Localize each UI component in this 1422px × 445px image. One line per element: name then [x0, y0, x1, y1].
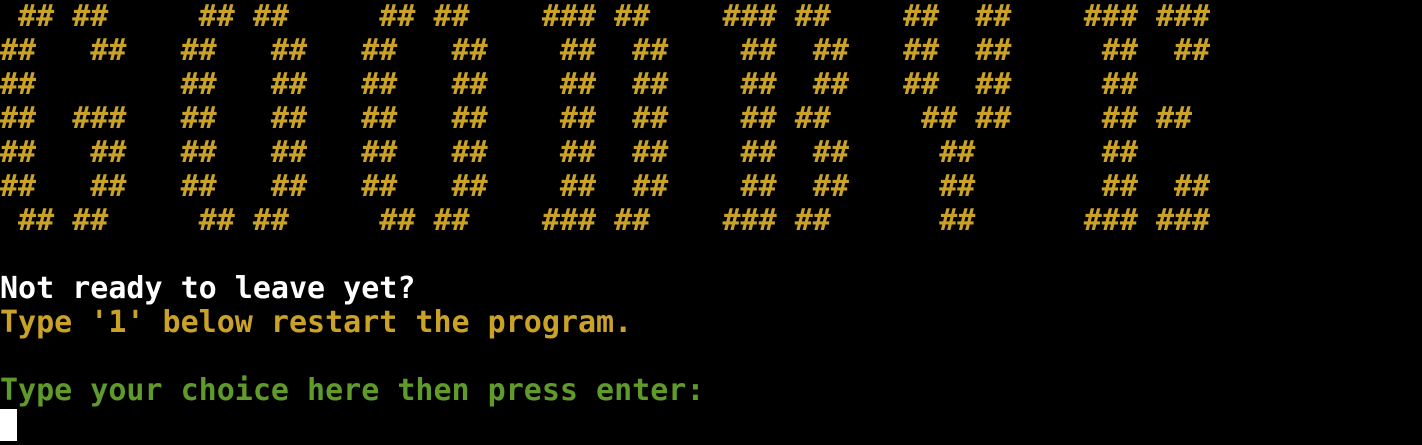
- banner-line: ## ### ## ## ## ## ## ## ## ## ## ## ## …: [0, 101, 1193, 136]
- goodbye-ascii-banner: ## ## ## ## ## ## ### ## ### ## ## ## ##…: [0, 0, 1422, 238]
- input-line[interactable]: [0, 408, 1422, 442]
- restart-instruction: Type '1' below restart the program.: [0, 305, 633, 340]
- banner-line: ## ## ## ## ## ## ## ## ## ## ## ## ##: [0, 169, 1211, 204]
- banner-line: ## ## ## ## ## ## ### ## ### ## ## ### #…: [0, 203, 1211, 238]
- prompt-question: Not ready to leave yet?: [0, 271, 416, 306]
- banner-line: ## ## ## ## ## ## ## ## ## ## ## ##: [0, 135, 1138, 170]
- banner-line: ## ## ## ## ## ## ## ## ## ## ## ##: [0, 67, 1138, 102]
- input-prompt: Type your choice here then press enter:: [0, 373, 705, 408]
- terminal-window[interactable]: ## ## ## ## ## ## ### ## ### ## ## ## ##…: [0, 0, 1422, 445]
- banner-line: ## ## ## ## ## ## ### ## ### ## ## ## ##…: [0, 0, 1211, 34]
- text-cursor: [0, 409, 17, 441]
- banner-line: ## ## ## ## ## ## ## ## ## ## ## ## ## #…: [0, 33, 1211, 68]
